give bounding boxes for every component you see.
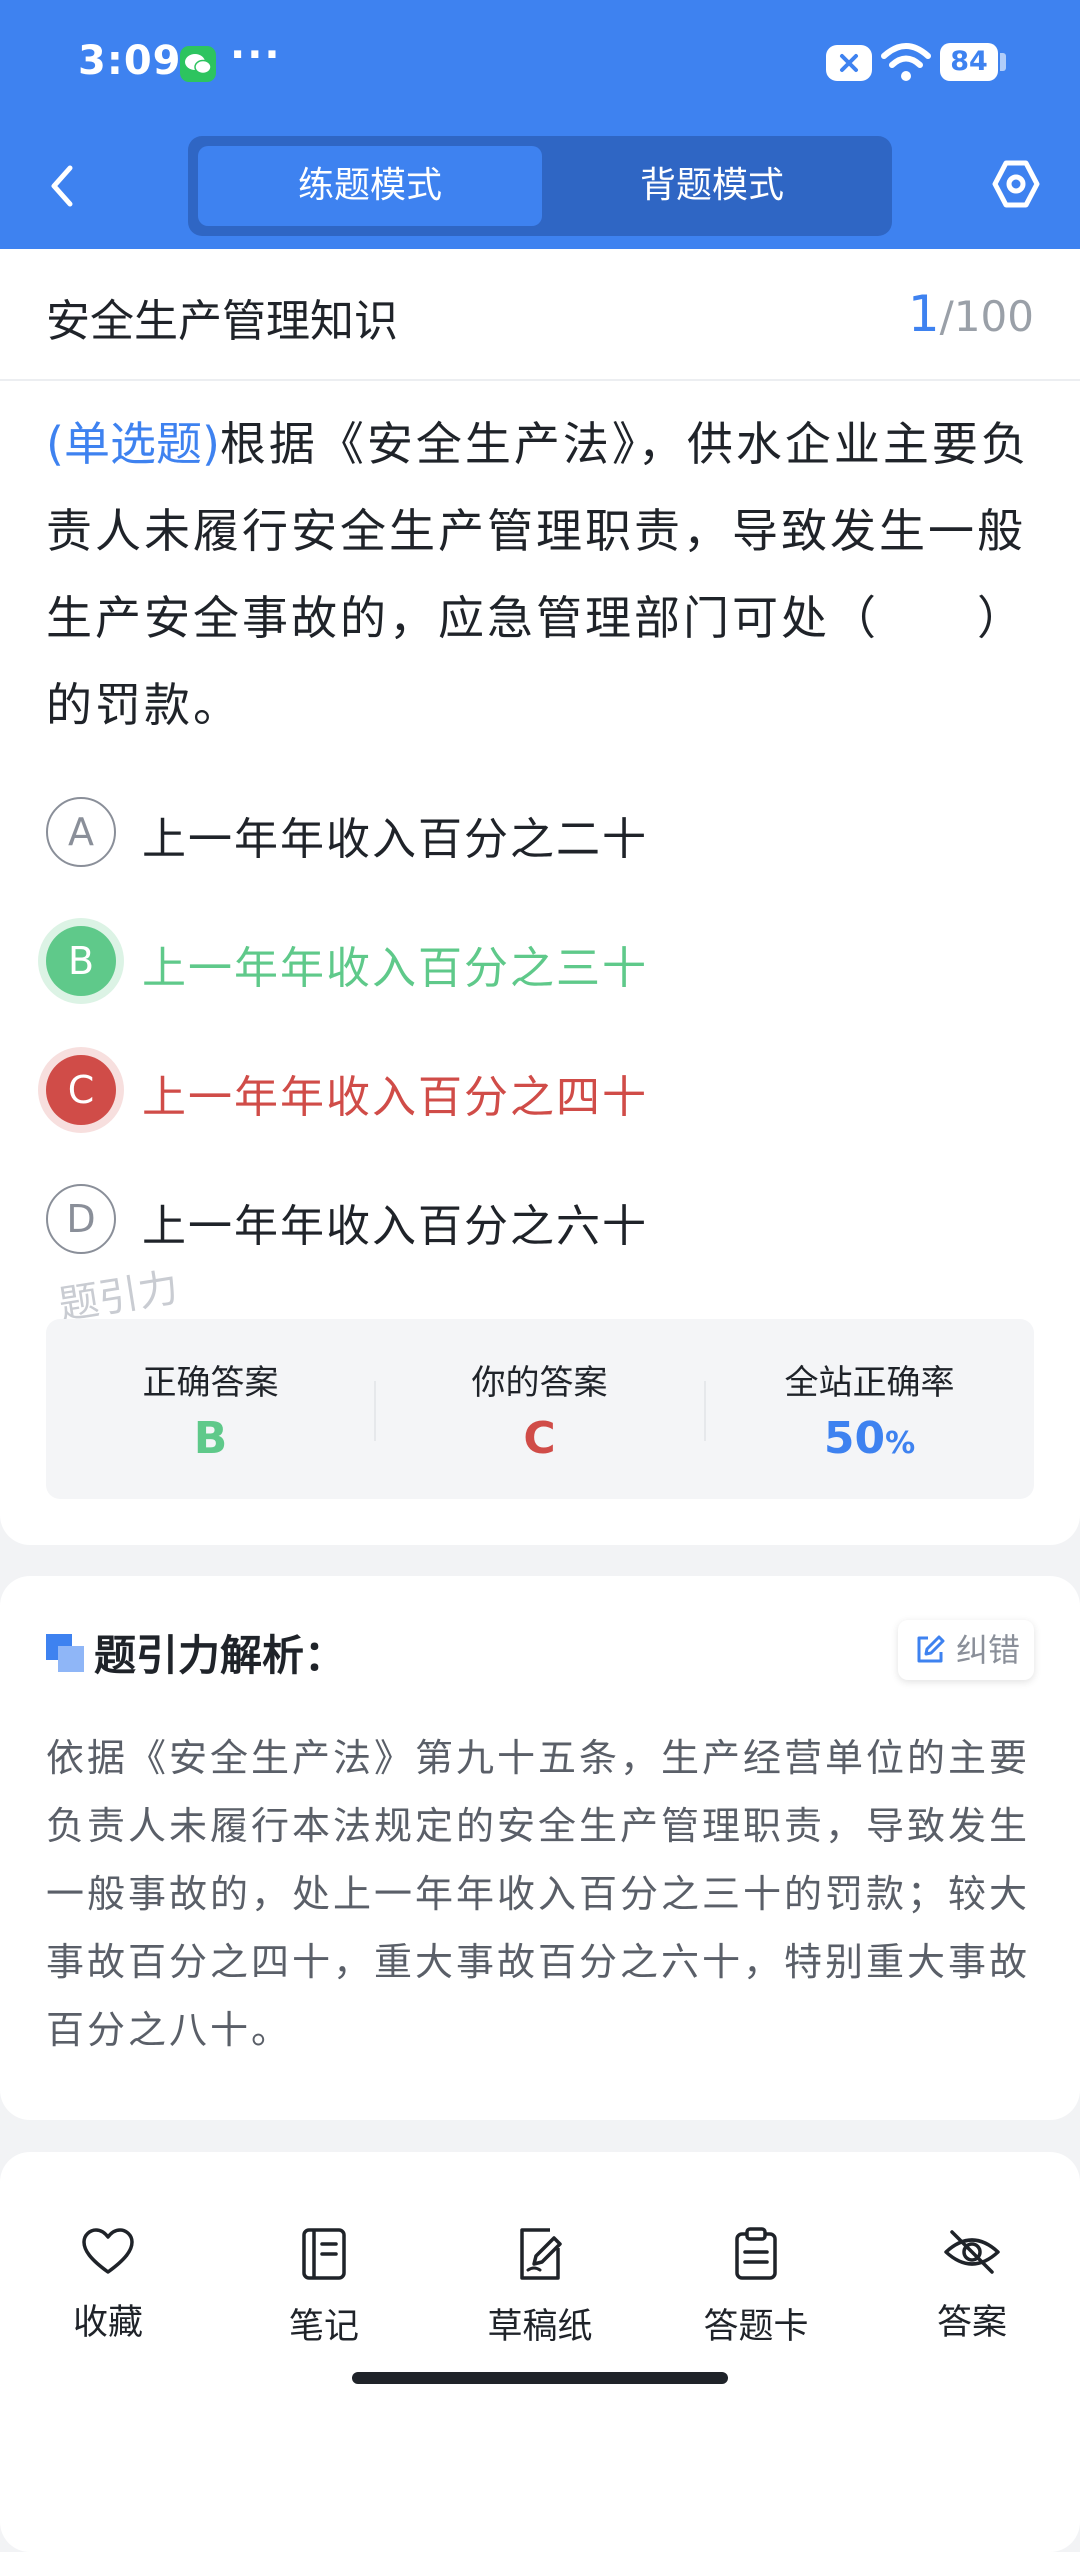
option-d[interactable]: D 上一年年收入百分之六十 xyxy=(46,1184,946,1258)
answer-summary: 正确答案 B 你的答案 C 全站正确率 50% xyxy=(46,1319,1034,1499)
status-time: 3:09 xyxy=(78,38,182,84)
answer-card-label: 答题卡 xyxy=(703,2307,809,2347)
report-error-button[interactable]: 纠错 xyxy=(898,1620,1034,1680)
wifi-icon xyxy=(881,43,931,81)
your-answer-label: 你的答案 xyxy=(471,1363,608,1403)
site-accuracy-label: 全站正确率 xyxy=(784,1363,955,1403)
subject-title: 安全生产管理知识 xyxy=(46,296,398,347)
answer-card-button[interactable]: 答题卡 xyxy=(676,2226,836,2349)
settings-icon[interactable] xyxy=(990,158,1042,210)
draft-paper-label: 草稿纸 xyxy=(487,2307,593,2347)
report-error-label: 纠错 xyxy=(956,1631,1021,1669)
status-bar: 3:09 ··· 84 xyxy=(0,0,1080,125)
edit-icon xyxy=(917,1635,945,1663)
notebook-icon xyxy=(302,2228,346,2280)
mode-switch: 练题模式 背题模式 xyxy=(188,136,892,236)
draft-paper-icon xyxy=(520,2228,562,2280)
battery-level: 84 xyxy=(940,43,998,81)
option-text: 上一年年收入百分之二十 xyxy=(142,814,648,865)
total-questions: /100 xyxy=(939,292,1034,341)
home-indicator[interactable] xyxy=(352,2372,728,2384)
analysis-title: 题引力解析： xyxy=(94,1631,347,1680)
battery-icon xyxy=(1000,53,1006,71)
site-accuracy-value: 50% xyxy=(705,1413,1034,1464)
notes-button[interactable]: 笔记 xyxy=(244,2226,404,2349)
option-b[interactable]: B 上一年年收入百分之三十 xyxy=(46,926,946,1000)
option-text: 上一年年收入百分之三十 xyxy=(142,943,648,994)
clipboard-icon xyxy=(735,2227,777,2280)
tab-memorize-mode[interactable]: 背题模式 xyxy=(540,146,884,226)
analysis-card: 题引力解析： 纠错 依据《安全生产法》第九十五条，生产经营单位的主要负责人未履行… xyxy=(0,1576,1080,2120)
option-letter: A xyxy=(46,797,116,867)
option-letter: C xyxy=(46,1055,116,1125)
show-answer-button[interactable]: 答案 xyxy=(892,2226,1052,2345)
eye-off-icon xyxy=(944,2230,1000,2274)
correct-answer-label: 正确答案 xyxy=(142,1363,279,1403)
option-letter: D xyxy=(46,1184,116,1254)
site-accuracy-unit: % xyxy=(885,1426,916,1461)
option-text: 上一年年收入百分之六十 xyxy=(142,1201,648,1252)
bottom-toolbar: 收藏 笔记 草稿纸 答题卡 答案 xyxy=(0,2190,1080,2400)
option-text: 上一年年收入百分之四十 xyxy=(142,1072,648,1123)
divider xyxy=(0,379,1080,381)
correct-answer-value: B xyxy=(193,1413,228,1464)
draft-paper-button[interactable]: 草稿纸 xyxy=(460,2226,620,2349)
option-c[interactable]: C 上一年年收入百分之四十 xyxy=(46,1055,946,1129)
tab-practice-mode[interactable]: 练题模式 xyxy=(198,146,542,226)
heart-icon xyxy=(82,2228,134,2274)
more-notifications: ··· xyxy=(230,32,282,78)
your-answer: 你的答案 C xyxy=(375,1319,704,1499)
analysis-icon xyxy=(46,1634,84,1672)
correct-answer: 正确答案 B xyxy=(46,1319,375,1499)
favorite-button[interactable]: 收藏 xyxy=(28,2226,188,2345)
analysis-text: 依据《安全生产法》第九十五条，生产经营单位的主要负责人未履行本法规定的安全生产管… xyxy=(46,1736,1031,2052)
wechat-icon xyxy=(180,46,216,82)
question-type: (单选题) xyxy=(46,417,220,471)
question-text: (单选题)根据《安全生产法》，供水企业主要负责人未履行安全生产管理职责，导致发生… xyxy=(46,401,1036,749)
site-accuracy: 全站正确率 50% xyxy=(705,1319,1034,1499)
show-answer-label: 答案 xyxy=(936,2303,1007,2343)
your-answer-value: C xyxy=(523,1413,556,1464)
site-accuracy-number: 50 xyxy=(823,1413,886,1464)
top-app-bar: 3:09 ··· 84 练题模式 背题模式 xyxy=(0,0,1080,249)
notes-label: 笔记 xyxy=(288,2307,359,2347)
question-card: 安全生产管理知识 1/100 (单选题)根据《安全生产法》，供水企业主要负责人未… xyxy=(0,249,1080,1545)
question-progress: 1/100 xyxy=(908,285,1034,343)
option-a[interactable]: A 上一年年收入百分之二十 xyxy=(46,797,946,871)
option-letter: B xyxy=(46,926,116,996)
favorite-label: 收藏 xyxy=(72,2303,143,2343)
current-question-number: 1 xyxy=(907,285,940,343)
no-sim-icon xyxy=(826,45,872,81)
back-arrow-icon[interactable] xyxy=(44,162,80,210)
